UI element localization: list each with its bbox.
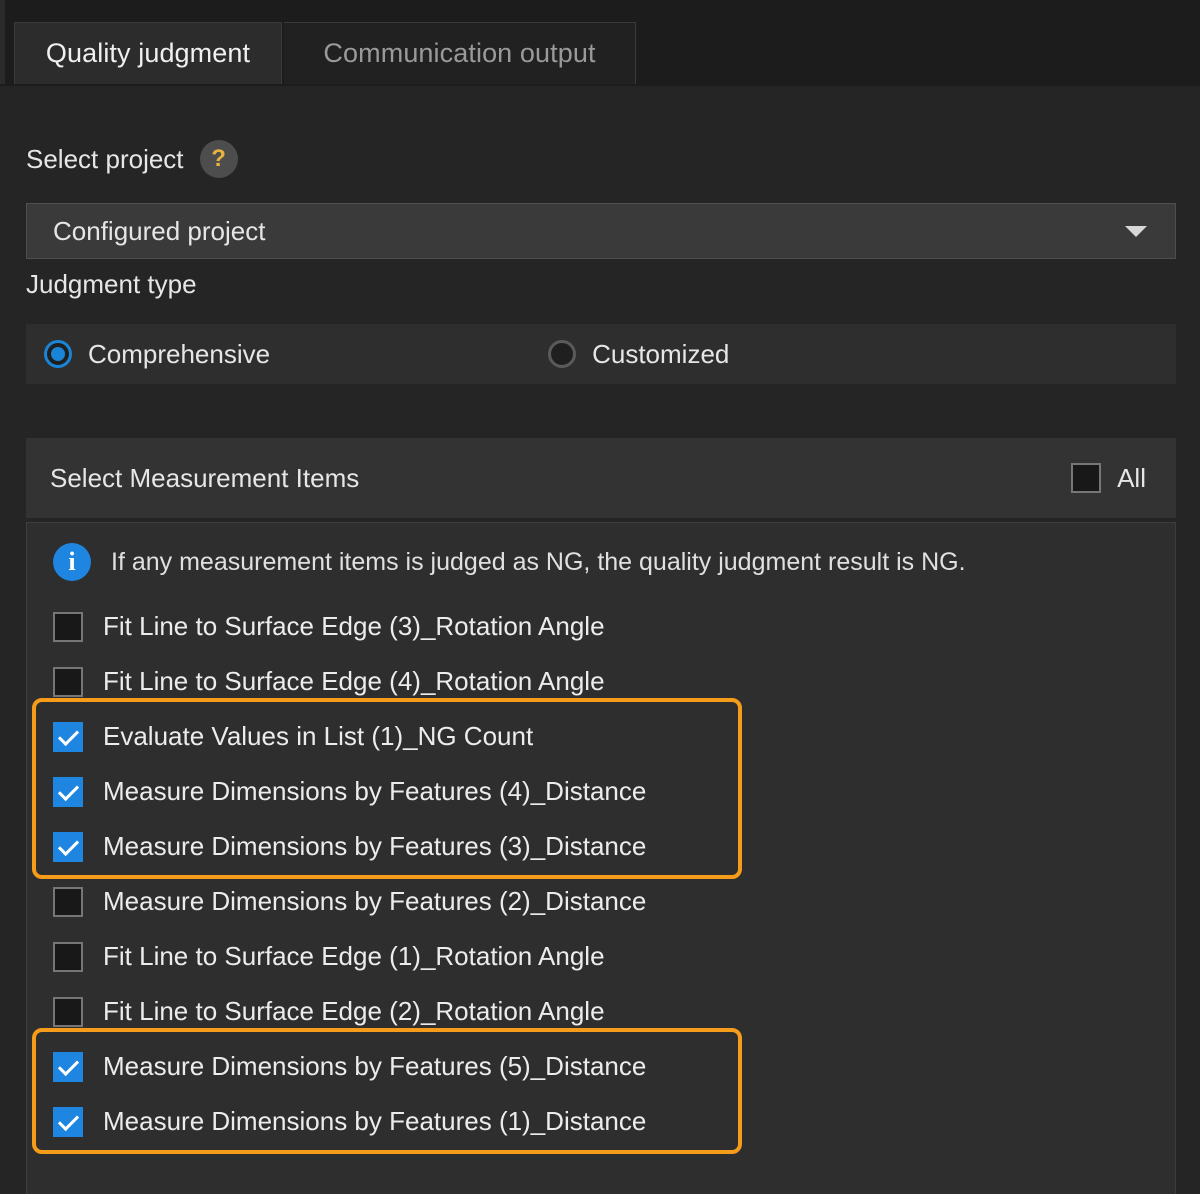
measurement-item-label: Measure Dimensions by Features (3)_Dista…: [103, 831, 647, 861]
radio-customized-indicator: [548, 340, 577, 368]
radio-comprehensive-indicator: [44, 340, 72, 368]
measurement-item-checkbox[interactable]: [53, 996, 83, 1027]
measurement-item-checkbox[interactable]: [53, 666, 83, 697]
measurement-item-checkbox[interactable]: [53, 831, 83, 862]
measurement-item-label: Fit Line to Surface Edge (3)_Rotation An…: [103, 611, 605, 641]
tab-quality-judgment-label: Quality judgment: [45, 38, 251, 68]
info-banner: i If any measurement items is judged as …: [53, 543, 966, 581]
measurement-item-row[interactable]: Measure Dimensions by Features (1)_Dista…: [53, 1094, 646, 1149]
info-banner-text: If any measurement items is judged as NG…: [111, 547, 966, 576]
measurement-item-label: Evaluate Values in List (1)_NG Count: [103, 721, 534, 751]
measurement-item-label: Measure Dimensions by Features (2)_Dista…: [103, 886, 647, 916]
measurement-item-checkbox[interactable]: [53, 886, 83, 917]
measurement-item-row[interactable]: Fit Line to Surface Edge (3)_Rotation An…: [53, 599, 605, 654]
select-project-value: Configured project: [53, 215, 266, 246]
measurement-item-checkbox[interactable]: [53, 1051, 83, 1082]
measurement-item-checkbox[interactable]: [53, 611, 83, 642]
radio-customized[interactable]: Customized: [548, 339, 729, 370]
tab-communication-output-label: Communication output: [323, 38, 596, 68]
select-project-label: Select project: [26, 143, 184, 174]
select-project-row: Select project ?: [26, 140, 238, 178]
measurement-item-row[interactable]: Measure Dimensions by Features (3)_Dista…: [53, 819, 646, 874]
select-all-checkbox-box: [1071, 463, 1102, 493]
measurement-item-checkbox[interactable]: [53, 941, 83, 972]
measurement-items-header: Select Measurement Items All: [26, 438, 1176, 518]
measurement-item-label: Measure Dimensions by Features (5)_Dista…: [103, 1051, 647, 1081]
radio-customized-label: Customized: [592, 338, 730, 369]
chevron-down-icon: [1125, 225, 1147, 237]
panel-body: Select project ? Configured project Judg…: [0, 86, 1200, 1194]
tab-communication-output[interactable]: Communication output: [284, 22, 636, 84]
measurement-item-checkbox[interactable]: [53, 776, 83, 807]
judgment-type-options: Comprehensive Customized: [26, 324, 1176, 384]
tab-quality-judgment[interactable]: Quality judgment: [14, 22, 282, 84]
measurement-item-row[interactable]: Measure Dimensions by Features (2)_Dista…: [53, 874, 646, 929]
quality-judgment-panel: Quality judgment Communication output Se…: [0, 0, 1200, 1194]
select-project-dropdown[interactable]: Configured project: [26, 203, 1176, 259]
select-all-checkbox[interactable]: All: [1071, 463, 1146, 494]
measurement-item-label: Measure Dimensions by Features (4)_Dista…: [103, 776, 647, 806]
measurement-item-checkbox[interactable]: [53, 721, 83, 752]
measurement-item-row[interactable]: Fit Line to Surface Edge (4)_Rotation An…: [53, 654, 605, 709]
info-icon: i: [53, 543, 91, 581]
measurement-item-row[interactable]: Measure Dimensions by Features (5)_Dista…: [53, 1039, 646, 1094]
radio-comprehensive[interactable]: Comprehensive: [44, 339, 270, 370]
measurement-item-label: Fit Line to Surface Edge (1)_Rotation An…: [103, 941, 605, 971]
measurement-item-row[interactable]: Fit Line to Surface Edge (1)_Rotation An…: [53, 929, 605, 984]
measurement-item-row[interactable]: Measure Dimensions by Features (4)_Dista…: [53, 764, 646, 819]
tab-bar: Quality judgment Communication output: [8, 22, 1200, 84]
judgment-type-label: Judgment type: [26, 269, 197, 299]
measurement-items-list: i If any measurement items is judged as …: [26, 522, 1176, 1194]
measurement-item-row[interactable]: Evaluate Values in List (1)_NG Count: [53, 709, 533, 764]
measurement-items-title: Select Measurement Items: [50, 462, 360, 493]
radio-comprehensive-label: Comprehensive: [88, 338, 271, 369]
question-mark-icon[interactable]: ?: [199, 140, 238, 178]
measurement-item-checkbox[interactable]: [53, 1106, 83, 1137]
measurement-item-label: Fit Line to Surface Edge (4)_Rotation An…: [103, 666, 605, 696]
select-all-label: All: [1117, 462, 1146, 493]
measurement-item-row[interactable]: Fit Line to Surface Edge (2)_Rotation An…: [53, 984, 605, 1039]
measurement-item-label: Fit Line to Surface Edge (2)_Rotation An…: [103, 996, 605, 1026]
measurement-item-label: Measure Dimensions by Features (1)_Dista…: [103, 1106, 647, 1136]
